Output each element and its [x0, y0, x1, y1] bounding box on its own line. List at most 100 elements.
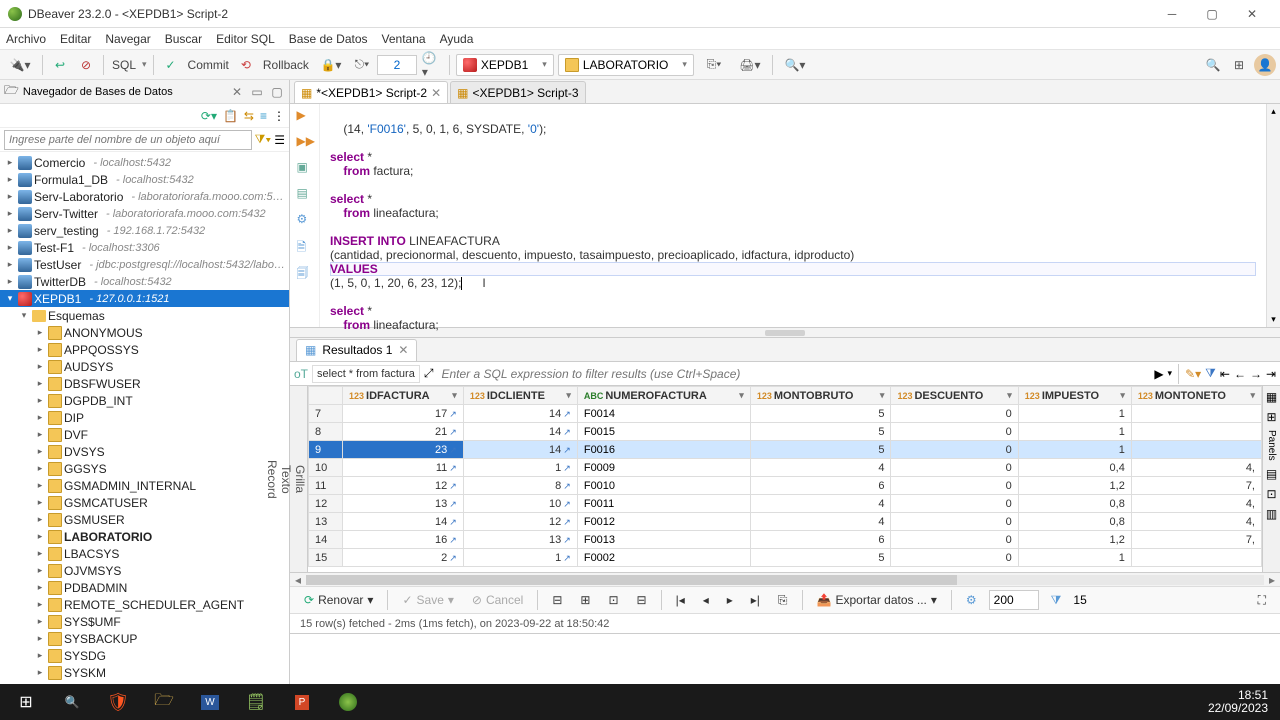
menu-buscar[interactable]: Buscar — [165, 32, 202, 46]
close-icon[interactable]: ✕ — [398, 343, 408, 357]
col-header[interactable]: 123IDFACTURA▾ — [343, 387, 464, 405]
results-tab[interactable]: ▦Resultados 1✕ — [296, 339, 417, 361]
grid-left-tabs[interactable]: GrillaTextoRecord — [290, 386, 308, 572]
search-dd[interactable]: 🔍▾ — [779, 54, 811, 76]
table-row[interactable]: 141613F0013601,27, — [309, 531, 1262, 549]
run-script-icon[interactable]: ▶▶ — [297, 134, 313, 150]
export-btn[interactable]: 📤 Exportar datos ... ▾ — [811, 589, 943, 611]
tree-schema[interactable]: ▸ LBACSYS — [0, 545, 289, 562]
sql-label[interactable]: SQL — [110, 58, 138, 72]
save-btn[interactable]: ✓Save ▾ — [396, 589, 459, 611]
brave-icon[interactable]: 🛡 — [96, 686, 140, 718]
tree-schema[interactable]: ▸ GSMCATUSER — [0, 494, 289, 511]
tree-schema[interactable]: ▸ GGSYS — [0, 460, 289, 477]
tree-schema[interactable]: ▸ SYSDG — [0, 647, 289, 664]
expand-icon[interactable]: ⤢ — [424, 366, 434, 381]
col-header[interactable]: ABCNUMEROFACTURA▾ — [577, 387, 750, 405]
tree-schema[interactable]: ▸ REMOTE_SCHEDULER_AGENT — [0, 596, 289, 613]
nav-first[interactable]: |◂ — [670, 589, 691, 611]
tool-a[interactable]: ⎘▾ — [698, 54, 730, 76]
table-row[interactable]: 121310F0011400,84, — [309, 495, 1262, 513]
commit-btn[interactable]: Commit — [186, 58, 231, 72]
commit-icon[interactable]: ✓ — [160, 54, 182, 76]
clear-icon[interactable]: ☰ — [274, 133, 285, 147]
col-header[interactable]: 123MONTONETO▾ — [1131, 387, 1261, 405]
nav-next[interactable]: ▸ — [721, 589, 739, 611]
tab-script-2[interactable]: ▦*<XEPDB1> Script-2✕ — [294, 81, 448, 103]
expl-b[interactable]: 🗐 — [297, 264, 313, 280]
edit-row[interactable]: ⊟ — [546, 589, 568, 611]
minimize-button[interactable]: ─ — [1152, 0, 1192, 28]
tree-node[interactable]: ▸ Serv-Laboratorio- laboratoriorafa.mooo… — [0, 188, 289, 205]
tree-node[interactable]: ▾ Esquemas — [0, 307, 289, 324]
menu-ayuda[interactable]: Ayuda — [440, 32, 474, 46]
table-row[interactable]: 131412F0012400,84, — [309, 513, 1262, 531]
tree-node[interactable]: ▸ serv_testing- 192.168.1.72:5432 — [0, 222, 289, 239]
settings-icon[interactable]: ⚙ — [960, 589, 983, 611]
tree-schema[interactable]: ▸ ANONYMOUS — [0, 324, 289, 341]
grid-panel-tabs[interactable]: ▦⊞Panels▤⊡▥ — [1262, 386, 1280, 572]
tree-schema[interactable]: ▸ DIP — [0, 409, 289, 426]
tx-counter[interactable]: 2 — [377, 55, 417, 75]
cancel-btn[interactable]: ⊘Cancel — [466, 589, 529, 611]
tree-schema[interactable]: ▸ GSMUSER — [0, 511, 289, 528]
max-panel[interactable]: ⛶ — [1252, 589, 1272, 611]
nav-min[interactable]: ▭ — [249, 84, 265, 100]
hscroll-left[interactable]: ◂ — [290, 573, 306, 587]
apply-filter[interactable]: ▶ — [1154, 367, 1163, 381]
tree-node[interactable]: ▸ TestUser- jdbc:postgresql://localhost:… — [0, 256, 289, 273]
search-button[interactable]: 🔍 — [50, 686, 94, 718]
tree-schema[interactable]: ▸ GSMADMIN_INTERNAL — [0, 477, 289, 494]
scroll-up[interactable]: ▴ — [1271, 106, 1276, 117]
table-row[interactable]: 11128F0010601,27, — [309, 477, 1262, 495]
nav-fwd[interactable]: ⊘ — [75, 54, 97, 76]
add-row[interactable]: ⊞ — [574, 589, 596, 611]
collapse-icon[interactable]: ≡ — [260, 109, 267, 123]
nav-goto[interactable]: ⎘ — [772, 589, 794, 611]
schema-selector[interactable]: LABORATORIO ▾ — [558, 54, 694, 76]
tree-node[interactable]: ▸ Formula1_DB- localhost:5432 — [0, 171, 289, 188]
menu-icon[interactable]: ⋮ — [273, 109, 285, 123]
last-icon[interactable]: ⇥ — [1266, 367, 1276, 381]
tree-schema[interactable]: ▸ AUDSYS — [0, 358, 289, 375]
col-header[interactable]: 123IDCLIENTE▾ — [463, 387, 577, 405]
table-row[interactable]: 82114F0015501 — [309, 423, 1262, 441]
tree-schema[interactable]: ▸ SYSKM — [0, 664, 289, 681]
col-header[interactable]: 123IMPUESTO▾ — [1018, 387, 1131, 405]
tree-node[interactable]: ▸ Test-F1- localhost:3306 — [0, 239, 289, 256]
rowcount-icon[interactable]: ⧩ — [1045, 589, 1068, 611]
start-button[interactable]: ⊞ — [4, 686, 48, 718]
next-icon[interactable]: → — [1250, 367, 1262, 381]
dbeaver-task-icon[interactable] — [326, 686, 370, 718]
tx-mode[interactable]: ⎋▾ — [351, 54, 373, 76]
refresh-icon[interactable]: ⟳▾ — [201, 109, 217, 123]
tree-schema[interactable]: ▸ DVF — [0, 426, 289, 443]
del-row[interactable]: ⊟ — [631, 589, 653, 611]
explorer-icon[interactable]: 🗁 — [142, 686, 186, 718]
table-row[interactable]: 10111F0009400,44, — [309, 459, 1262, 477]
prev-icon[interactable]: ← — [1234, 367, 1246, 381]
maximize-button[interactable]: ▢ — [1192, 0, 1232, 28]
table-row[interactable]: 92314F0016501 — [309, 441, 1262, 459]
nav-last[interactable]: ▸| — [745, 589, 766, 611]
filter-icon[interactable]: ⧩▾ — [255, 132, 272, 147]
dup-row[interactable]: ⊡ — [602, 589, 624, 611]
tx-dropdown[interactable]: 🔒▾ — [315, 54, 347, 76]
refresh-btn[interactable]: ⟳Renovar ▾ — [298, 589, 379, 611]
tab-script-3[interactable]: ▦<XEPDB1> Script-3 — [450, 81, 585, 103]
clock[interactable]: 18:5122/09/2023 — [1208, 689, 1276, 715]
tree-node[interactable]: ▸ Serv-Twitter- laboratoriorafa.mooo.com… — [0, 205, 289, 222]
first-icon[interactable]: ⇤ — [1220, 367, 1230, 381]
history-btn[interactable]: 🕘▾ — [421, 54, 443, 76]
notepad-icon[interactable]: 🗒 — [234, 686, 278, 718]
paste-icon[interactable]: 📋 — [223, 109, 238, 123]
tool-b[interactable]: 🖨▾ — [734, 54, 766, 76]
tree-schema[interactable]: ▸ OJVMSYS — [0, 562, 289, 579]
stop-icon[interactable]: ⚙ — [297, 212, 313, 228]
tree-schema[interactable]: ▸ SYSBACKUP — [0, 630, 289, 647]
plan-icon[interactable]: ▤ — [297, 186, 313, 202]
perspecive-btn[interactable]: ⊞ — [1228, 54, 1250, 76]
menu-editar[interactable]: Editar — [60, 32, 91, 46]
run-icon[interactable]: ▶ — [297, 108, 313, 124]
tree-schema[interactable]: ▸ SYS$UMF — [0, 613, 289, 630]
